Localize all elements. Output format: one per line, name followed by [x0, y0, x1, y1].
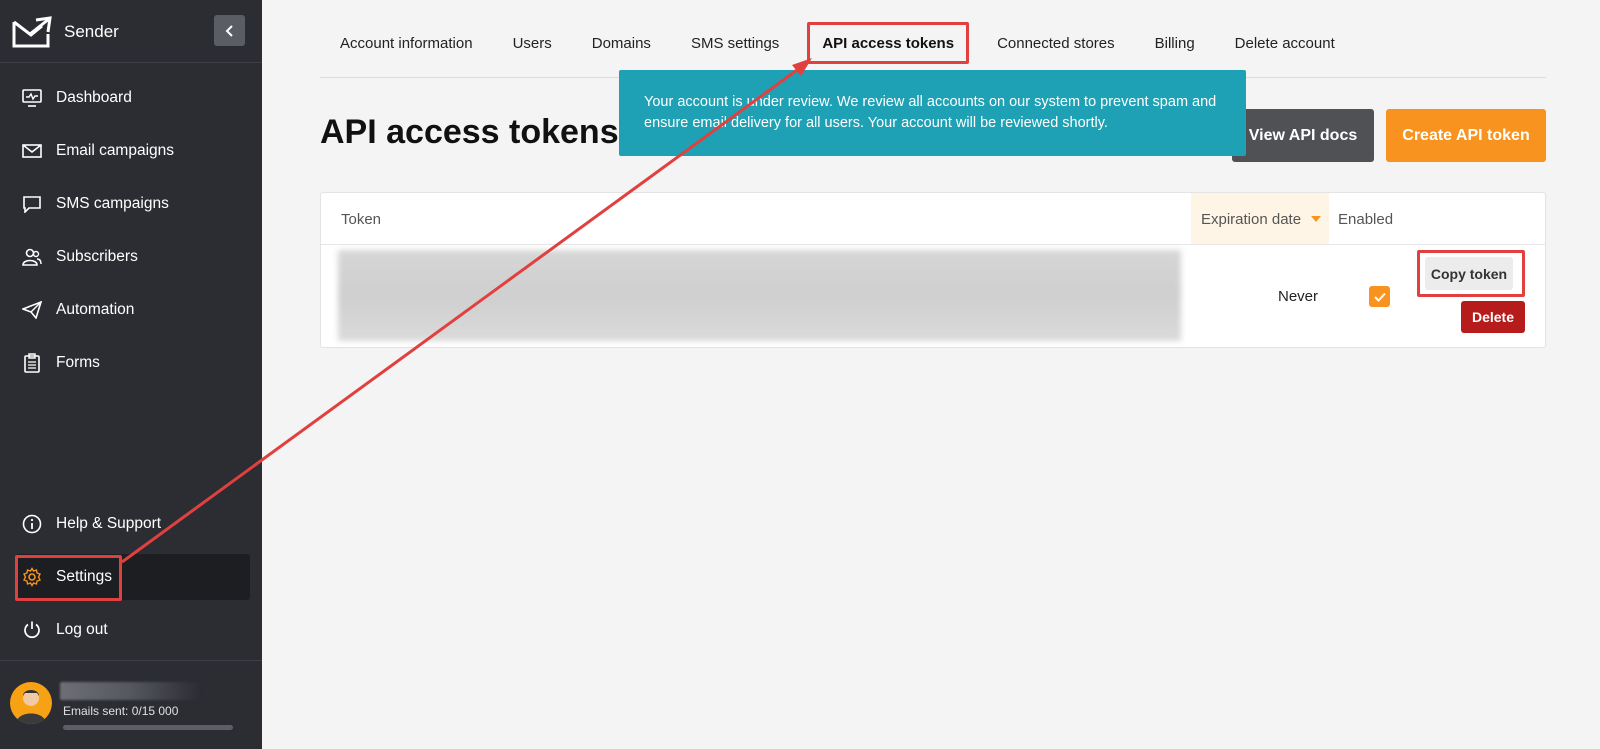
create-api-token-button[interactable]: Create API token [1386, 109, 1546, 162]
sidebar-item-email-campaigns[interactable]: Email campaigns [15, 128, 250, 174]
tab-domains[interactable]: Domains [572, 22, 671, 64]
sidebar-item-label: Dashboard [56, 89, 132, 106]
page-title: API access tokens [320, 113, 619, 151]
emails-sent-progress [63, 725, 233, 730]
chevron-left-icon [225, 24, 233, 37]
dashboard-icon [21, 87, 43, 109]
sidebar-item-automation[interactable]: Automation [15, 287, 250, 333]
token-value-redacted [338, 250, 1181, 341]
tab-users[interactable]: Users [493, 22, 572, 64]
sidebar-item-forms[interactable]: Forms [15, 340, 250, 386]
sidebar-item-help-support[interactable]: Help & Support [15, 501, 250, 547]
tab-account-information[interactable]: Account information [320, 22, 493, 64]
tab-billing[interactable]: Billing [1135, 22, 1215, 64]
power-icon [21, 619, 43, 641]
enabled-checkbox[interactable] [1369, 286, 1390, 307]
sidebar-item-sms-campaigns[interactable]: SMS campaigns [15, 181, 250, 227]
sidebar-item-log-out[interactable]: Log out [15, 607, 250, 653]
settings-tabs: Account information Users Domains SMS se… [320, 22, 1355, 64]
clipboard-icon [21, 352, 43, 374]
emails-sent-text: Emails sent: 0/15 000 [63, 704, 179, 718]
sidebar-item-label: Help & Support [56, 515, 162, 532]
brand-name: Sender [64, 22, 119, 41]
envelope-icon [21, 140, 43, 162]
sidebar-item-label: Subscribers [56, 248, 138, 265]
paper-plane-icon [21, 299, 43, 321]
copy-token-button[interactable]: Copy token [1425, 257, 1513, 290]
sender-logo-icon [12, 16, 52, 48]
gear-icon [21, 566, 43, 588]
divider [0, 62, 262, 63]
sort-desc-icon [1311, 216, 1322, 222]
column-header-expiration-date[interactable]: Expiration date [1191, 193, 1329, 245]
brand[interactable]: Sender [12, 14, 119, 50]
column-header-label: Expiration date [1201, 210, 1302, 228]
view-api-docs-button[interactable]: View API docs [1232, 109, 1374, 162]
checkmark-icon [1373, 292, 1386, 302]
chat-icon [21, 193, 43, 215]
users-icon [21, 246, 43, 268]
avatar-person-icon [16, 690, 46, 724]
column-header-enabled: Enabled [1338, 210, 1394, 228]
account-review-banner: Your account is under review. We review … [619, 70, 1246, 156]
sidebar-item-settings[interactable]: Settings [15, 554, 250, 600]
sidebar-item-label: SMS campaigns [56, 195, 169, 212]
delete-token-button[interactable]: Delete [1461, 301, 1525, 333]
sidebar-item-label: Settings [56, 568, 113, 585]
expiration-value: Never [1278, 288, 1319, 305]
tab-connected-stores[interactable]: Connected stores [977, 22, 1135, 64]
avatar[interactable] [10, 682, 52, 724]
sidebar-item-dashboard[interactable]: Dashboard [15, 75, 250, 121]
sidebar-item-label: Automation [56, 301, 135, 318]
tab-delete-account[interactable]: Delete account [1215, 22, 1355, 64]
column-header-token: Token [341, 210, 382, 228]
collapse-sidebar-button[interactable] [214, 15, 245, 46]
tab-api-access-tokens[interactable]: API access tokens [807, 22, 970, 64]
sidebar: Sender Dashboard Email campaigns SMS cam… [0, 0, 262, 749]
sidebar-item-label: Email campaigns [56, 142, 175, 159]
sidebar-item-label: Forms [56, 354, 100, 371]
user-name-redacted [60, 682, 200, 700]
api-tokens-table: Token Expiration date Enabled Never Copy… [320, 192, 1546, 348]
sidebar-item-label: Log out [56, 621, 108, 638]
info-icon [21, 513, 43, 535]
tab-sms-settings[interactable]: SMS settings [671, 22, 799, 64]
divider [0, 660, 262, 661]
sidebar-item-subscribers[interactable]: Subscribers [15, 234, 250, 280]
header-divider [321, 244, 1545, 245]
